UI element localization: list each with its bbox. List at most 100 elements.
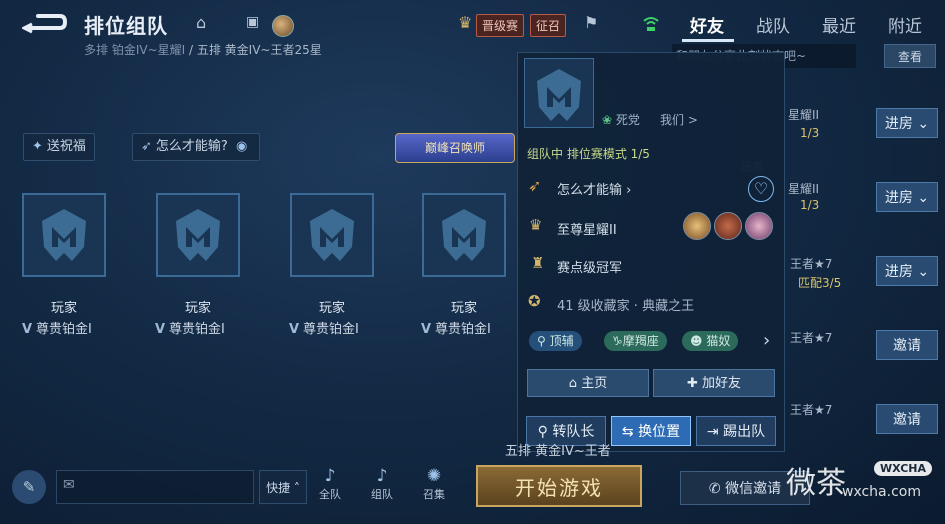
player-name: 玩家 — [184, 301, 211, 316]
home-icon: ⌂ — [568, 376, 578, 391]
chevron-right-icon[interactable]: › — [763, 330, 770, 351]
active-tab-indicator — [682, 39, 734, 42]
tab-friends[interactable]: 好友 — [690, 12, 724, 37]
how-to-win-button[interactable]: ➶ 怎么才能输? ◉ — [132, 133, 261, 161]
video-icon[interactable]: ▣ — [246, 14, 259, 30]
add-friend-button[interactable]: ✚ 加好友 — [653, 369, 775, 397]
player-rank: V 尊贵铂金I — [420, 322, 491, 337]
join-room-button[interactable]: 进房 ⌄ — [876, 182, 938, 212]
watermark-text: 微茶 — [786, 466, 846, 501]
relation-icon: ❀ — [602, 113, 613, 127]
friend-rank: 王者★7 — [790, 331, 833, 345]
rank-shield-icon: V — [420, 322, 432, 337]
player-rank: V 尊贵铂金I — [154, 322, 225, 337]
player-name: 玩家 — [450, 301, 477, 316]
friend-rank: 星耀II — [788, 182, 820, 196]
invite-button[interactable]: 邀请 — [876, 330, 938, 360]
blessing-icon: ✦ — [32, 139, 43, 154]
home-icon[interactable]: ⌂ — [196, 13, 206, 32]
player-slot-2[interactable] — [156, 193, 240, 277]
motto-link[interactable]: 怎么才能输 › — [557, 179, 631, 198]
collector-badge-icon: ✪ — [528, 292, 541, 310]
invite-button[interactable]: 邀请 — [876, 404, 938, 434]
join-room-button[interactable]: 进房 ⌄ — [876, 108, 938, 138]
watermark-url: wxcha.com — [842, 484, 921, 500]
promo-match-badge[interactable]: 晋级赛 — [476, 14, 525, 37]
add-user-icon: ✚ — [686, 376, 698, 391]
wechat-icon: ✆ — [708, 481, 721, 497]
chevron-right-icon: › — [626, 183, 632, 198]
team-voice-button[interactable]: ♪ 组队 — [364, 466, 400, 502]
swap-position-button[interactable]: ⇆ 换位置 — [611, 416, 691, 446]
cup-icon: ♜ — [531, 254, 545, 272]
tag-support: ⚲ 顶辅 — [529, 331, 582, 351]
view-button[interactable]: 查看 — [884, 44, 936, 68]
wifi-signal-icon — [643, 17, 659, 31]
heart-icon[interactable]: ♡ — [748, 176, 774, 202]
kick-button[interactable]: ⇥ 踢出队 — [696, 416, 776, 446]
rank-shield-icon: V — [21, 322, 33, 337]
team-status: 组队中 排位赛模式 1/5 — [527, 147, 650, 161]
chevron-down-icon: ⌄ — [917, 264, 930, 280]
send-blessing-button[interactable]: ✦ 送祝福 — [23, 133, 95, 161]
player-rank: V 尊贵铂金I — [21, 322, 92, 337]
mic-icon: ♪ — [376, 466, 388, 486]
helmet-icon — [42, 209, 86, 261]
swap-icon: ⇆ — [621, 424, 634, 440]
start-game-button[interactable]: 开始游戏 — [476, 465, 642, 507]
rank-shield-icon: V — [154, 322, 166, 337]
hero-avatar — [714, 212, 742, 240]
helmet-icon — [310, 209, 354, 261]
chevron-down-icon: ⌄ — [917, 190, 930, 206]
friend-rank: 星耀II — [788, 108, 820, 122]
tab-recent[interactable]: 最近 — [822, 12, 856, 37]
flag-icon[interactable]: ⚑ — [584, 13, 598, 32]
tag-icon: ☻ — [690, 334, 703, 348]
helmet-icon — [176, 209, 220, 261]
rocket-icon: ➶ — [528, 176, 542, 195]
tab-clan[interactable]: 战队 — [756, 12, 790, 37]
player-name: 玩家 — [318, 301, 345, 316]
join-room-button[interactable]: 进房 ⌄ — [876, 256, 938, 286]
chevron-up-icon: ˄ — [293, 481, 300, 495]
key-icon: ⚲ — [537, 424, 548, 440]
hero-avatar — [745, 212, 773, 240]
all-team-voice-button[interactable]: ♪ 全队 — [312, 466, 348, 502]
player-name: 玩家 — [50, 301, 77, 316]
recruit-badge[interactable]: 征召 — [530, 14, 567, 37]
friend-room-count: 1/3 — [800, 126, 820, 140]
rank-range-text: 多排 铂金IV~星耀I / 五排 黄金IV~王者25星 — [84, 43, 322, 57]
chat-input[interactable]: ✉ — [56, 470, 254, 504]
chevron-down-icon: ⌄ — [917, 116, 930, 132]
team-range-text: 五排 黄金IV~王者 — [505, 444, 611, 459]
mic-icon: ♪ — [324, 466, 336, 486]
helmet-icon — [442, 209, 486, 261]
summon-button[interactable]: ✺ 召集 — [416, 466, 452, 502]
player-slot-4[interactable] — [422, 193, 506, 277]
relation-tag[interactable]: ❀ 死党 — [602, 111, 640, 128]
quick-message-button[interactable]: 快捷 ˄ — [259, 470, 307, 504]
us-link[interactable]: 我们 > — [660, 111, 698, 128]
friend-rank: 王者★7 — [790, 403, 833, 417]
tag-cat: ☻ 猫奴 — [682, 331, 739, 351]
player-slot-1[interactable] — [22, 193, 106, 277]
location-pin-icon: ◉ — [235, 139, 248, 154]
page-title: 排位组队 — [84, 14, 168, 38]
watermark-tag: WXCHA — [874, 461, 933, 476]
popup-rank: 至尊星耀II — [557, 223, 617, 238]
popup-title: 赛点级冠军 — [557, 261, 623, 276]
popup-avatar — [524, 58, 594, 128]
avatar[interactable] — [272, 15, 294, 37]
friend-rank: 王者★7 — [790, 257, 833, 271]
tab-nearby[interactable]: 附近 — [888, 12, 922, 37]
home-button[interactable]: ⌂ 主页 — [527, 369, 649, 397]
player-slot-3[interactable] — [290, 193, 374, 277]
friend-room-count: 1/3 — [800, 198, 820, 212]
peak-summoner-banner: 巅峰召唤师 — [395, 133, 515, 163]
chat-bubble-icon: ✉ — [63, 477, 75, 493]
collector-level: 41 级收藏家 · 典藏之王 — [557, 299, 695, 314]
voice-icon[interactable]: ✎ — [12, 470, 46, 504]
trophy-icon: ♛ — [458, 13, 473, 32]
summon-icon: ✺ — [426, 466, 442, 486]
back-arrow-icon[interactable] — [22, 10, 68, 34]
